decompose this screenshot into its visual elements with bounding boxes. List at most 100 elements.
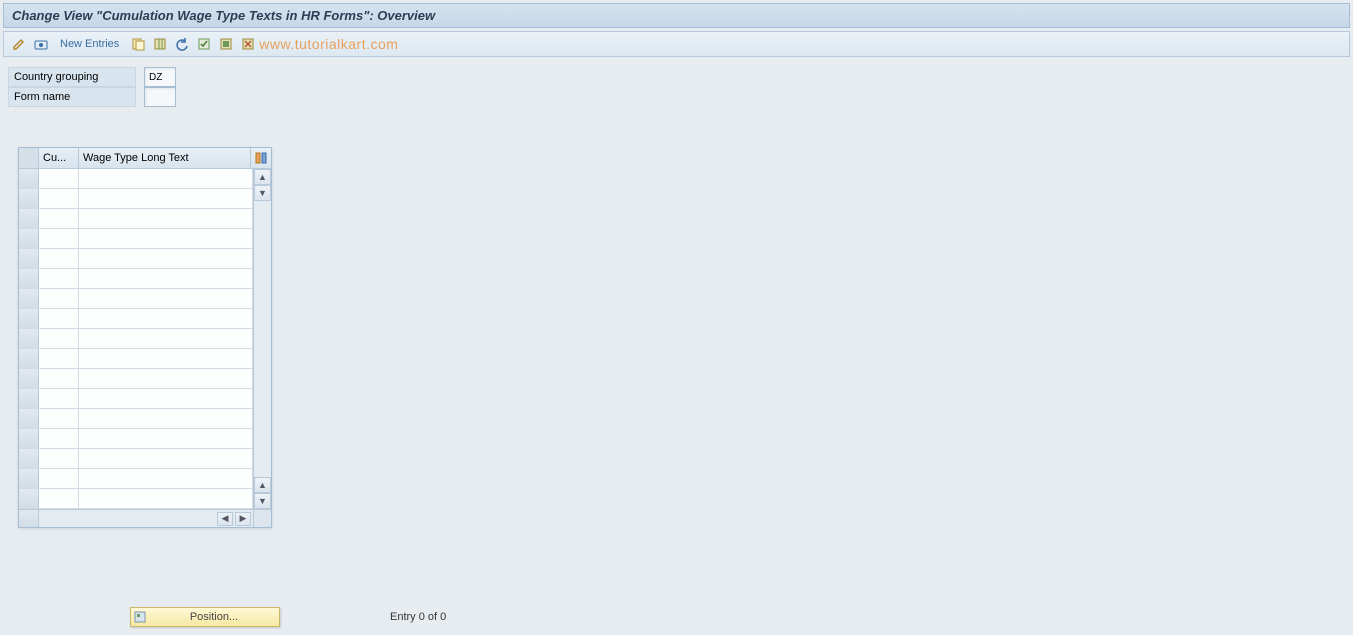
cell-wage-type[interactable] [79, 489, 253, 508]
cell-cumulation[interactable] [39, 469, 79, 488]
country-grouping-label: Country grouping [8, 67, 136, 87]
cell-cumulation[interactable] [39, 349, 79, 368]
table-row[interactable] [19, 169, 253, 189]
cell-wage-type[interactable] [79, 269, 253, 288]
undo-change-icon[interactable] [173, 35, 191, 53]
row-selector[interactable] [19, 349, 39, 368]
row-selector[interactable] [19, 309, 39, 328]
cell-wage-type[interactable] [79, 429, 253, 448]
table-row[interactable] [19, 469, 253, 489]
footer: Position... Entry 0 of 0 [0, 607, 446, 627]
table-configure-icon[interactable] [251, 148, 271, 168]
position-button[interactable]: Position... [130, 607, 280, 627]
cell-cumulation[interactable] [39, 489, 79, 508]
toggle-display-change-icon[interactable] [10, 35, 28, 53]
cell-wage-type[interactable] [79, 229, 253, 248]
table-row[interactable] [19, 209, 253, 229]
column-header-wage-type[interactable]: Wage Type Long Text [79, 148, 251, 168]
cell-cumulation[interactable] [39, 289, 79, 308]
row-selector[interactable] [19, 249, 39, 268]
cell-cumulation[interactable] [39, 189, 79, 208]
row-selector[interactable] [19, 289, 39, 308]
scroll-down-step-button[interactable]: ▲ [254, 477, 271, 493]
select-all-column[interactable] [19, 148, 39, 168]
scroll-down-button[interactable]: ▼ [254, 493, 271, 509]
row-selector[interactable] [19, 469, 39, 488]
horizontal-scrollbar[interactable]: ◀ ▶ [19, 509, 271, 527]
deselect-all-icon[interactable] [239, 35, 257, 53]
cell-cumulation[interactable] [39, 309, 79, 328]
cell-cumulation[interactable] [39, 269, 79, 288]
cell-cumulation[interactable] [39, 369, 79, 388]
table-row[interactable] [19, 249, 253, 269]
table-row[interactable] [19, 229, 253, 249]
other-view-icon[interactable] [32, 35, 50, 53]
table-row[interactable] [19, 349, 253, 369]
data-table: Cu... Wage Type Long Text ▲ ▼ ▲ ▼ ◀ ▶ [18, 147, 272, 528]
row-selector[interactable] [19, 449, 39, 468]
scroll-up-step-button[interactable]: ▼ [254, 185, 271, 201]
row-selector[interactable] [19, 429, 39, 448]
select-block-icon[interactable] [217, 35, 235, 53]
cell-cumulation[interactable] [39, 429, 79, 448]
table-row[interactable] [19, 289, 253, 309]
row-selector[interactable] [19, 409, 39, 428]
cell-wage-type[interactable] [79, 349, 253, 368]
cell-wage-type[interactable] [79, 469, 253, 488]
column-header-cumulation[interactable]: Cu... [39, 148, 79, 168]
table-row[interactable] [19, 409, 253, 429]
cell-cumulation[interactable] [39, 169, 79, 188]
table-row[interactable] [19, 449, 253, 469]
scroll-up-button[interactable]: ▲ [254, 169, 271, 185]
table-row[interactable] [19, 189, 253, 209]
row-selector[interactable] [19, 329, 39, 348]
table-row[interactable] [19, 369, 253, 389]
cell-cumulation[interactable] [39, 389, 79, 408]
table-row[interactable] [19, 329, 253, 349]
cell-cumulation[interactable] [39, 409, 79, 428]
cell-cumulation[interactable] [39, 229, 79, 248]
row-selector[interactable] [19, 209, 39, 228]
row-selector[interactable] [19, 189, 39, 208]
position-label: Position... [149, 611, 279, 623]
row-selector[interactable] [19, 169, 39, 188]
delete-icon[interactable] [151, 35, 169, 53]
vertical-scrollbar[interactable]: ▲ ▼ ▲ ▼ [253, 169, 271, 509]
table-row[interactable] [19, 309, 253, 329]
cell-wage-type[interactable] [79, 409, 253, 428]
select-all-icon[interactable] [195, 35, 213, 53]
row-selector[interactable] [19, 229, 39, 248]
country-grouping-input[interactable] [144, 67, 176, 87]
row-selector[interactable] [19, 269, 39, 288]
table-row[interactable] [19, 269, 253, 289]
cell-wage-type[interactable] [79, 449, 253, 468]
scroll-right-button[interactable]: ▶ [235, 512, 251, 526]
cell-cumulation[interactable] [39, 449, 79, 468]
toolbar: New Entries www.tutorialkart.com [3, 31, 1350, 57]
cell-wage-type[interactable] [79, 189, 253, 208]
cell-wage-type[interactable] [79, 389, 253, 408]
row-selector[interactable] [19, 489, 39, 508]
cell-wage-type[interactable] [79, 309, 253, 328]
copy-as-icon[interactable] [129, 35, 147, 53]
cell-wage-type[interactable] [79, 209, 253, 228]
cell-cumulation[interactable] [39, 329, 79, 348]
entry-count-text: Entry 0 of 0 [390, 611, 446, 623]
table-row[interactable] [19, 389, 253, 409]
cell-wage-type[interactable] [79, 369, 253, 388]
cell-cumulation[interactable] [39, 209, 79, 228]
form-name-input[interactable] [144, 87, 176, 107]
cell-wage-type[interactable] [79, 329, 253, 348]
cell-wage-type[interactable] [79, 249, 253, 268]
cell-cumulation[interactable] [39, 249, 79, 268]
row-selector[interactable] [19, 389, 39, 408]
scroll-corner [253, 510, 271, 527]
scroll-left-button[interactable]: ◀ [217, 512, 233, 526]
row-selector[interactable] [19, 369, 39, 388]
table-row[interactable] [19, 429, 253, 449]
table-row[interactable] [19, 489, 253, 509]
table-header: Cu... Wage Type Long Text [19, 148, 271, 169]
new-entries-button[interactable]: New Entries [54, 38, 125, 50]
cell-wage-type[interactable] [79, 289, 253, 308]
cell-wage-type[interactable] [79, 169, 253, 188]
